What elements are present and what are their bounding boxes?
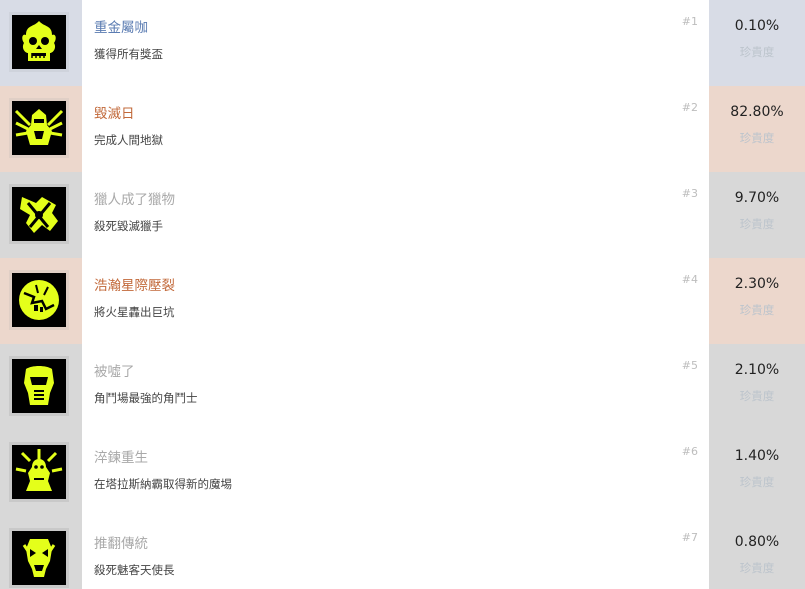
icon-column <box>0 172 82 258</box>
icon-column <box>0 516 82 589</box>
achievement-title: 獵人成了獵物 <box>94 192 175 208</box>
achievement-row[interactable]: 浩瀚星際壓裂 將火星轟出巨坑 #4 2.30% 珍貴度 <box>0 258 805 344</box>
achievement-rank: #1 <box>681 15 698 28</box>
achievement-list: 重金屬咖 獲得所有獎盃 #1 0.10% 珍貴度 毀滅日 完成人間地獄 #2 8… <box>0 0 805 589</box>
achievement-title: 毀滅日 <box>94 106 135 122</box>
percent-column: 2.10% 珍貴度 <box>709 344 805 430</box>
rarity-label: 珍貴度 <box>739 475 775 489</box>
rarity-label: 珍貴度 <box>739 45 775 59</box>
achievement-row[interactable]: 重金屬咖 獲得所有獎盃 #1 0.10% 珍貴度 <box>0 0 805 86</box>
achievement-row[interactable]: 獵人成了獵物 殺死毀滅獵手 #3 9.70% 珍貴度 <box>0 172 805 258</box>
achievement-description: 完成人間地獄 <box>94 133 163 147</box>
icon-column <box>0 86 82 172</box>
rarity-label: 珍貴度 <box>739 303 775 317</box>
rarity-label: 珍貴度 <box>739 217 775 231</box>
achievement-percent: 9.70% <box>734 190 780 206</box>
achievement-rank: #4 <box>681 273 698 286</box>
gladiator-helmet-icon <box>9 356 69 416</box>
achievement-title: 被噓了 <box>94 364 135 380</box>
achievement-title: 淬鍊重生 <box>94 450 148 466</box>
percent-column: 1.40% 珍貴度 <box>709 430 805 516</box>
achievement-rank: #6 <box>681 445 698 458</box>
achievement-percent: 82.80% <box>730 104 784 120</box>
cracked-planet-icon <box>9 270 69 330</box>
archvile-mask-icon <box>9 528 69 588</box>
icon-column <box>0 0 82 86</box>
hunter-claw-icon <box>9 184 69 244</box>
achievement-percent: 2.30% <box>734 276 780 292</box>
achievement-title: 推翻傳統 <box>94 536 148 552</box>
achievement-percent: 0.10% <box>734 18 780 34</box>
achievement-rank: #7 <box>681 531 698 544</box>
achievement-row[interactable]: 推翻傳統 殺死魅客天使長 #7 0.80% 珍貴度 <box>0 516 805 589</box>
achievement-percent: 0.80% <box>734 534 780 550</box>
percent-column: 0.80% 珍貴度 <box>709 516 805 589</box>
rarity-label: 珍貴度 <box>739 561 775 575</box>
percent-column: 9.70% 珍貴度 <box>709 172 805 258</box>
achievement-percent: 1.40% <box>734 448 780 464</box>
achievement-rank: #5 <box>681 359 698 372</box>
achievement-row[interactable]: 被噓了 角鬥場最強的角鬥士 #5 2.10% 珍貴度 <box>0 344 805 430</box>
rarity-label: 珍貴度 <box>739 389 775 403</box>
icon-column <box>0 344 82 430</box>
reborn-idol-icon <box>9 442 69 502</box>
achievement-description: 角鬥場最強的角鬥士 <box>94 391 198 405</box>
slayer-emblem-icon <box>9 98 69 158</box>
achievement-description: 獲得所有獎盃 <box>94 47 163 61</box>
achievement-title: 浩瀚星際壓裂 <box>94 278 175 294</box>
achievement-row[interactable]: 毀滅日 完成人間地獄 #2 82.80% 珍貴度 <box>0 86 805 172</box>
percent-column: 82.80% 珍貴度 <box>709 86 805 172</box>
achievement-title: 重金屬咖 <box>94 20 148 36</box>
icon-column <box>0 258 82 344</box>
achievement-description: 在塔拉斯納霸取得新的魔埸 <box>94 477 232 491</box>
icon-column <box>0 430 82 516</box>
achievement-description: 殺死魅客天使長 <box>94 563 175 577</box>
achievement-percent: 2.10% <box>734 362 780 378</box>
percent-column: 2.30% 珍貴度 <box>709 258 805 344</box>
achievement-description: 將火星轟出巨坑 <box>94 305 175 319</box>
rarity-label: 珍貴度 <box>739 131 775 145</box>
achievement-description: 殺死毀滅獵手 <box>94 219 163 233</box>
achievement-row[interactable]: 淬鍊重生 在塔拉斯納霸取得新的魔埸 #6 1.40% 珍貴度 <box>0 430 805 516</box>
percent-column: 0.10% 珍貴度 <box>709 0 805 86</box>
flaming-skull-icon <box>9 12 69 72</box>
achievement-rank: #2 <box>681 101 698 114</box>
achievement-rank: #3 <box>681 187 698 200</box>
